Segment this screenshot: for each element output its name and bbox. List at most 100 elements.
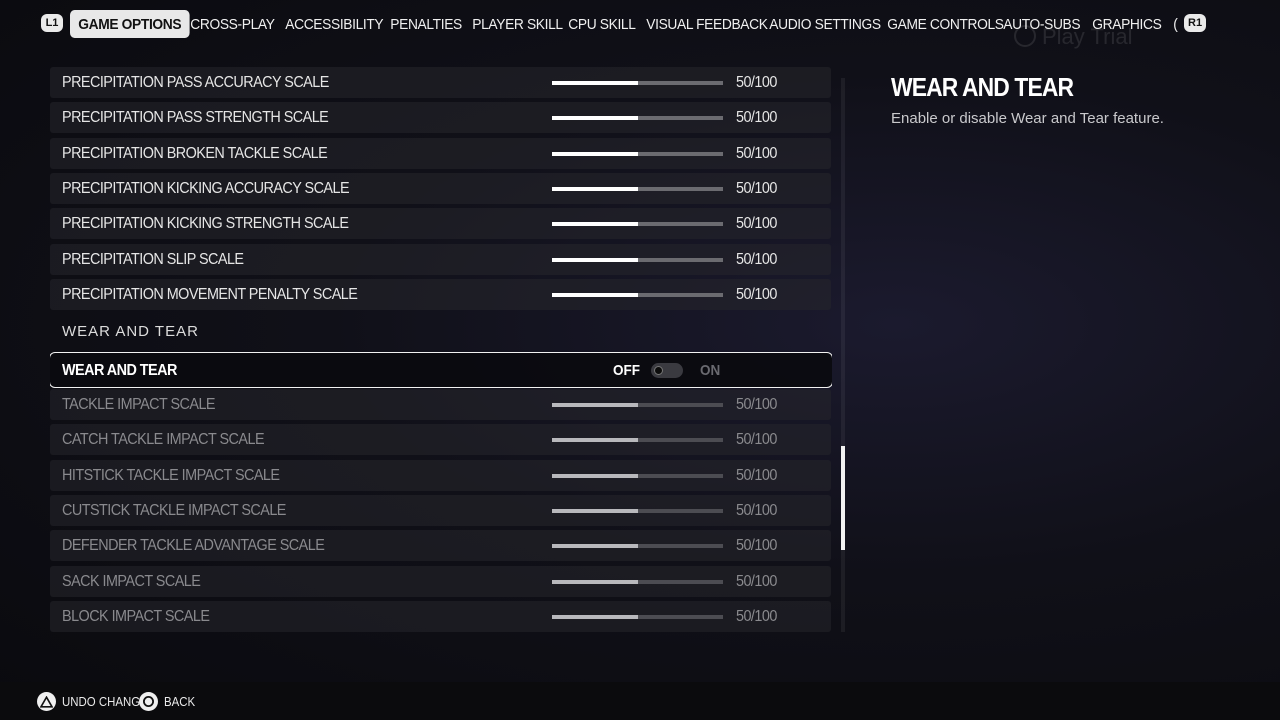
section-heading-wear-and-tear: WEAR AND TEAR [62,323,199,340]
slider-fill [552,403,638,407]
scrollbar-thumb[interactable] [841,446,845,550]
tab-visual-feedback[interactable]: VISUAL FEEDBACK [638,10,776,38]
setting-row[interactable]: Sack Impact Scale 50/100 [50,565,831,597]
setting-value: 50/100 [736,74,777,91]
setting-value: 50/100 [736,466,777,484]
setting-label: Precipitation Broken Tackle Scale [62,144,328,162]
toggle-off-label: OFF [613,362,640,379]
setting-slider[interactable] [552,292,723,297]
setting-label: Precipitation Kicking Strength Scale [62,215,349,233]
slider-fill [552,257,638,262]
slider-fill [552,186,638,191]
tab-game-controls[interactable]: GAME CONTROLS [879,10,1012,38]
r1-button-icon[interactable]: R1 [1184,14,1207,32]
setting-row[interactable]: Precipitation Kicking Accuracy Scale 50/1… [50,172,831,204]
tab-penalties[interactable]: PENALTIES [382,10,470,38]
setting-label: Hitstick Tackle Impact Scale [62,466,280,484]
wear-and-tear-toggle-row[interactable]: WEAR AND TEAR OFF ON [50,352,832,388]
setting-row[interactable]: Catch Tackle Impact Scale 50/100 [50,424,831,456]
setting-value: 50/100 [736,607,777,625]
setting-slider[interactable] [552,544,723,549]
l1-button-icon[interactable]: L1 [41,14,63,32]
setting-value: 50/100 [736,537,777,555]
setting-row[interactable]: Hitstick Tackle Impact Scale 50/100 [50,459,831,491]
hint-label: BACK [164,694,196,709]
tab-player-skill[interactable]: PLAYER SKILL [464,10,571,38]
circle-button-icon [139,692,158,711]
wear-and-tear-switch[interactable] [651,363,683,378]
setting-row[interactable]: Precipitation Movement Penalty Scale 50/1… [50,278,831,310]
tab-truncated[interactable]: ( [1165,10,1186,38]
toggle-on-label: ON [700,362,721,379]
scrollbar[interactable] [841,78,845,632]
setting-label: Sack Impact Scale [62,572,201,590]
slider-fill [552,614,638,619]
slider-fill [552,222,638,227]
watermark-text: Play Trial [1042,24,1133,49]
setting-value: 50/100 [736,215,777,233]
slider-fill [552,81,638,85]
setting-slider[interactable] [552,151,723,156]
setting-label: WEAR AND TEAR [62,362,177,379]
slider-fill [552,151,638,156]
setting-slider[interactable] [552,403,723,407]
setting-label: Precipitation Pass Strength Scale [62,109,329,127]
setting-row[interactable]: Precipitation Broken Tackle Scale 50/100 [50,137,831,169]
setting-slider[interactable] [552,81,723,85]
setting-label: Precipitation Slip Scale [62,250,244,268]
setting-label: Cutstick Tackle Impact Scale [62,501,286,519]
setting-row[interactable]: Defender Tackle Advantage Scale 50/100 [50,530,831,562]
slider-fill [552,473,638,478]
slider-fill [552,116,638,121]
setting-label: Block Impact Scale [62,607,210,625]
setting-label: Catch Tackle Impact Scale [62,431,265,449]
setting-row[interactable]: Precipitation Pass Accuracy Scale 50/100 [50,67,831,98]
detail-description: Enable or disable Wear and Tear feature. [891,110,1164,127]
setting-row[interactable]: Cutstick Tackle Impact Scale 50/100 [50,494,831,526]
setting-slider[interactable] [552,116,723,121]
footer-hints: UNDO CHANGES BACK [0,682,1280,720]
setting-value: 50/100 [736,250,777,268]
setting-slider[interactable] [552,438,723,443]
tab-audio-settings[interactable]: AUDIO SETTINGS [761,10,889,38]
ea-logo-icon [1014,25,1036,47]
setting-slider[interactable] [552,508,723,513]
triangle-button-icon [37,692,56,711]
setting-value: 50/100 [736,285,777,303]
setting-label: Precipitation Kicking Accuracy Scale [62,179,350,197]
setting-value: 50/100 [736,396,777,413]
detail-title: WEAR AND TEAR [891,72,1074,102]
setting-value: 50/100 [736,144,777,162]
setting-row[interactable]: Block Impact Scale 50/100 [50,600,831,632]
settings-list: Precipitation Pass Accuracy Scale 50/100 P… [50,66,832,634]
setting-slider[interactable] [552,614,723,619]
tab-cpu-skill[interactable]: CPU SKILL [560,10,644,38]
setting-slider[interactable] [552,579,723,584]
tab-game-options[interactable]: GAME OPTIONS [70,10,190,38]
setting-slider[interactable] [552,473,723,478]
setting-value: 50/100 [736,179,777,197]
setting-label: Precipitation Movement Penalty Scale [62,285,358,303]
setting-row[interactable]: Precipitation Kicking Strength Scale 50/1… [50,208,831,240]
setting-row[interactable]: Precipitation Pass Strength Scale 50/100 [50,102,831,134]
setting-label: Precipitation Pass Accuracy Scale [62,74,329,91]
setting-value: 50/100 [736,572,777,590]
tab-cross-play[interactable]: CROSS-PLAY [182,10,283,38]
setting-label: Defender Tackle Advantage Scale [62,537,325,555]
slider-fill [552,292,638,297]
slider-fill [552,544,638,549]
tab-accessibility[interactable]: ACCESSIBILITY [277,10,392,38]
setting-slider[interactable] [552,186,723,191]
watermark: Play Trial [1014,24,1132,50]
slider-fill [552,508,638,513]
setting-value: 50/100 [736,501,777,519]
setting-slider[interactable] [552,222,723,227]
setting-row[interactable]: Precipitation Slip Scale 50/100 [50,243,831,275]
setting-value: 50/100 [736,109,777,127]
setting-value: 50/100 [736,431,777,449]
setting-row[interactable]: Tackle Impact Scale 50/100 [50,389,831,420]
slider-fill [552,438,638,443]
back-hint[interactable]: BACK [139,692,199,711]
setting-slider[interactable] [552,257,723,262]
setting-label: Tackle Impact Scale [62,396,216,413]
